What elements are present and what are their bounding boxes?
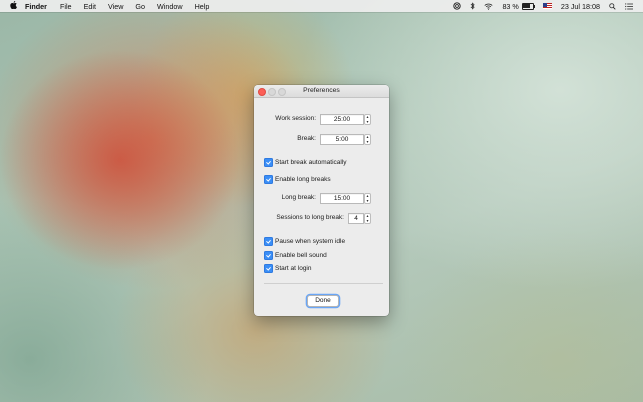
checkbox-check-icon[interactable] [264,158,273,167]
menu-bar: Finder File Edit View Go Window Help 83 … [0,0,643,12]
long-break-stepper[interactable]: ▴ ▾ [364,193,371,204]
checkbox-check-icon[interactable] [264,237,273,246]
sessions-to-long-break-stepper[interactable]: ▴ ▾ [364,213,371,224]
preferences-window: Preferences Work session: 25:00 ▴ ▾ Break… [254,85,389,316]
long-break-row: Long break: 15:00 ▴ ▾ [254,193,389,204]
bluetooth-icon[interactable] [470,2,476,10]
checkbox-label: Start break automatically [275,158,347,166]
sessions-to-long-break-label: Sessions to long break: [276,214,344,221]
menu-edit[interactable]: Edit [84,2,96,11]
break-stepper[interactable]: ▴ ▾ [364,134,371,145]
work-session-label: Work session: [275,115,316,122]
menu-view[interactable]: View [108,2,123,11]
done-button[interactable]: Done [307,295,339,307]
title-bar[interactable]: Preferences [254,85,389,98]
checkbox-label: Start at login [275,264,312,272]
start-break-automatically-checkbox[interactable]: Start break automatically [264,158,347,167]
app-status-icon[interactable] [453,2,462,10]
checkbox-label: Enable long breaks [275,175,331,183]
divider [264,283,383,284]
long-break-field[interactable]: 15:00 [320,193,364,204]
input-source-flag-icon[interactable] [542,3,552,9]
checkbox-check-icon[interactable] [264,175,273,184]
checkbox-check-icon[interactable] [264,251,273,260]
long-break-label: Long break: [281,194,316,201]
wifi-icon[interactable] [484,3,493,10]
menu-file[interactable]: File [60,2,72,11]
battery-percent[interactable]: 83 % [502,2,518,11]
checkbox-label: Pause when system idle [275,237,346,245]
break-row: Break: 5:00 ▴ ▾ [254,134,389,145]
battery-icon[interactable] [521,2,536,10]
minimize-button[interactable] [268,88,276,96]
pause-when-system-idle-checkbox[interactable]: Pause when system idle [264,237,345,246]
work-session-stepper[interactable]: ▴ ▾ [364,114,371,125]
break-label: Break: [297,135,316,142]
checkbox-check-icon[interactable] [264,264,273,273]
checkbox-label: Enable bell sound [275,251,327,259]
close-button[interactable] [258,88,266,96]
work-session-field[interactable]: 25:00 [320,114,364,125]
enable-long-breaks-checkbox[interactable]: Enable long breaks [264,175,331,184]
zoom-button[interactable] [278,88,286,96]
work-session-row: Work session: 25:00 ▴ ▾ [254,114,389,125]
start-at-login-checkbox[interactable]: Start at login [264,264,312,273]
menu-window[interactable]: Window [157,2,183,11]
enable-bell-sound-checkbox[interactable]: Enable bell sound [264,251,327,260]
menu-go[interactable]: Go [135,2,145,11]
sessions-to-long-break-field[interactable]: 4 [348,213,364,224]
sessions-to-long-break-row: Sessions to long break: 4 ▴ ▾ [254,213,389,224]
notification-center-icon[interactable] [625,2,633,10]
menu-app-finder[interactable]: Finder [25,2,47,11]
break-field[interactable]: 5:00 [320,134,364,145]
spotlight-search-icon[interactable] [609,2,616,10]
window-title: Preferences [303,87,340,94]
clock[interactable]: 23 Jul 18:08 [561,2,600,11]
apple-icon[interactable] [10,1,17,11]
menu-help[interactable]: Help [195,2,210,11]
